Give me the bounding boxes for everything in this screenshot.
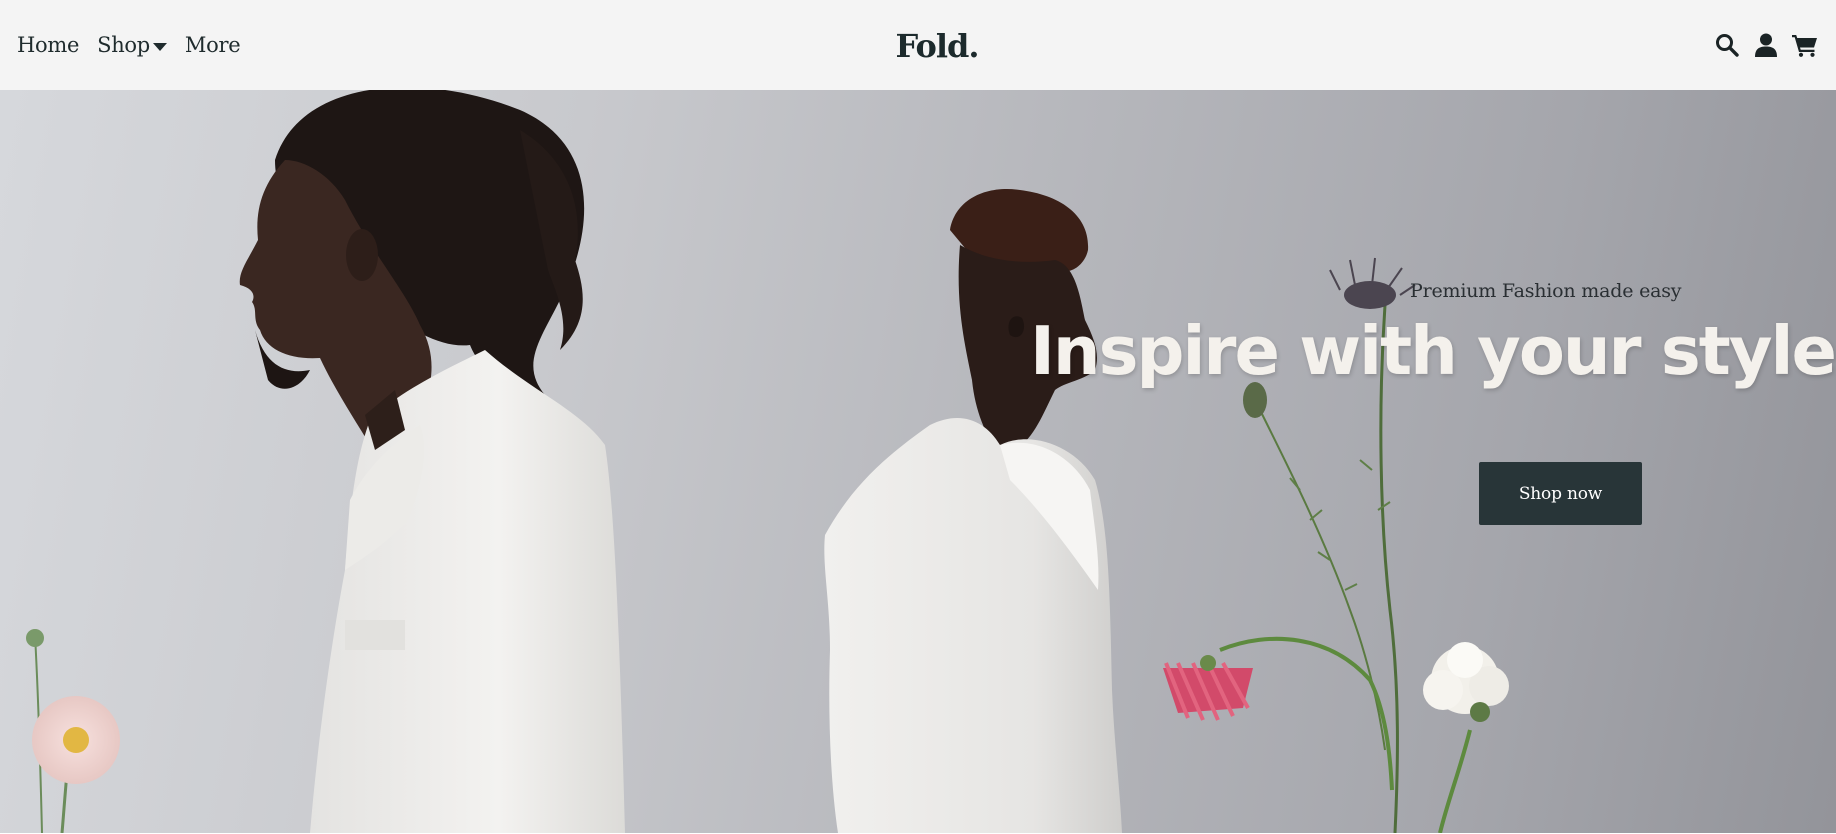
nav-shop-label: Shop: [97, 33, 150, 57]
brand-logo[interactable]: Fold.: [896, 27, 980, 65]
brand-container: Fold.: [0, 0, 1836, 90]
user-icon[interactable]: [1753, 32, 1779, 58]
nav-actions: [1714, 0, 1818, 90]
nav-more-label: More: [184, 33, 241, 57]
nav-home-label: Home: [17, 33, 80, 57]
hero-banner: Premium Fashion made easy Inspire with y…: [0, 90, 1836, 833]
right-model: [824, 189, 1122, 833]
cart-icon[interactable]: [1792, 32, 1818, 58]
hero-title: Inspire with your style: [1030, 312, 1836, 390]
left-flower: [26, 629, 120, 833]
hero-subtitle: Premium Fashion made easy: [1410, 280, 1682, 302]
nav-link-home[interactable]: Home: [17, 33, 79, 57]
shop-now-button[interactable]: Shop now: [1479, 462, 1642, 525]
caret-down-icon: [152, 42, 167, 51]
main-nav: Home Shop More: [17, 0, 241, 90]
nav-link-more[interactable]: More: [184, 33, 241, 57]
search-icon[interactable]: [1714, 32, 1740, 58]
left-model: [239, 90, 625, 833]
nav-link-shop[interactable]: Shop: [97, 33, 167, 57]
top-navbar: Home Shop More Fold.: [0, 0, 1836, 90]
